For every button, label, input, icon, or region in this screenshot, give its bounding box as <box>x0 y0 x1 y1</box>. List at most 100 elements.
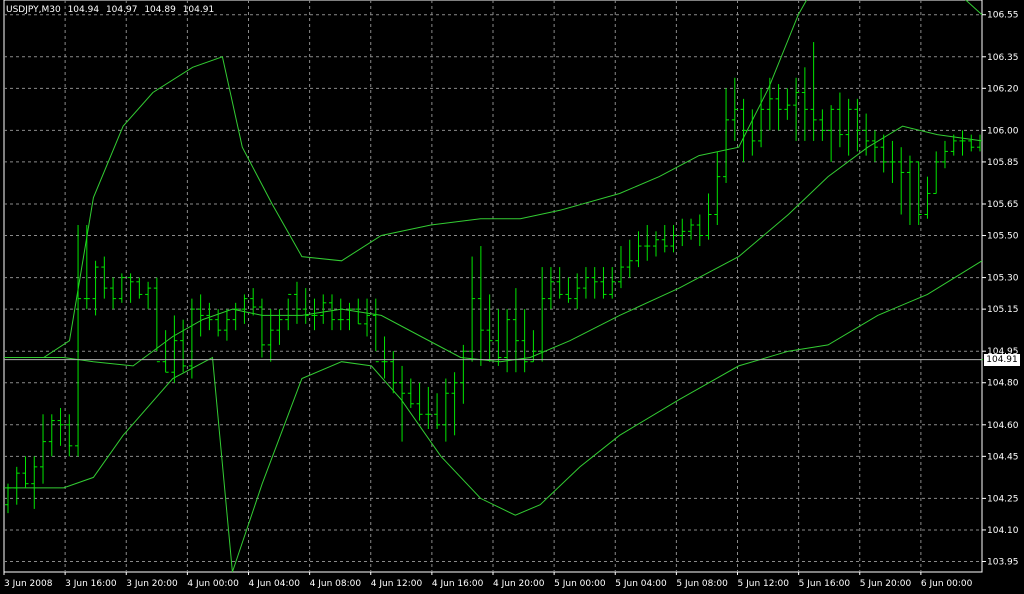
y-axis: 106.55 106.35 106.20 106.00 105.85 105.65 105.… <box>982 11 1019 567</box>
ohlc-bar <box>968 134 975 152</box>
x-tick-label: 3 Jun 2008 <box>4 579 53 589</box>
y-tick-label: 105.15 <box>987 305 1019 315</box>
ohlc-bar <box>346 302 353 331</box>
x-tick-label: 4 Jun 20:00 <box>493 579 545 589</box>
ohlc-bar <box>906 155 913 226</box>
ohlc-bar <box>626 239 633 278</box>
ohlc-bar <box>57 407 64 446</box>
ohlc-bar <box>871 130 878 162</box>
ohlc-bar <box>136 277 143 299</box>
ohlc-bar <box>723 88 730 183</box>
ohlc-bar <box>617 246 624 289</box>
ohlc-bar <box>372 298 379 363</box>
ohlc-bar <box>83 225 90 310</box>
x-tick-label: 3 Jun 20:00 <box>126 579 178 589</box>
ohlc-bar <box>609 267 616 299</box>
ohlc-bar <box>679 218 686 247</box>
ohlc-bar <box>381 336 388 379</box>
ohlc-bar <box>320 294 327 324</box>
y-tick-label: 104.60 <box>987 421 1019 431</box>
ohlc-bar <box>924 176 931 219</box>
ohlc-bar <box>521 309 528 373</box>
ohlc-bar <box>740 98 747 162</box>
ohlc-bar <box>451 372 458 436</box>
ohlc-bar <box>565 277 572 303</box>
x-tick-label: 5 Jun 04:00 <box>615 579 667 589</box>
x-tick-label: 4 Jun 12:00 <box>371 579 423 589</box>
ohlc-bar <box>460 344 467 404</box>
y-tick-label: 104.25 <box>987 494 1019 504</box>
ohlc-bar <box>92 260 99 316</box>
y-tick-label: 106.20 <box>987 84 1019 94</box>
y-tick-label: 106.35 <box>987 53 1019 63</box>
ohlc-bar <box>819 109 826 141</box>
ohlc-bar <box>644 225 651 261</box>
ohlc-bar <box>731 77 738 141</box>
ohlc-bar <box>13 466 20 505</box>
ohlc-bar <box>188 298 195 379</box>
ohlc-bar <box>267 309 274 362</box>
x-tick-label: 3 Jun 16:00 <box>65 579 117 589</box>
ohlc-bar <box>836 92 843 148</box>
ohlc-bar <box>845 98 852 156</box>
x-tick-label: 6 Jun 00:00 <box>921 579 973 589</box>
ohlc-bar <box>75 225 82 457</box>
ohlc-bar <box>311 298 318 331</box>
x-tick-label: 5 Jun 16:00 <box>799 579 851 589</box>
ohlc-bar <box>556 267 563 299</box>
ohlc-bar <box>223 309 230 341</box>
ohlc-bar <box>635 231 642 268</box>
y-tick-label: 105.50 <box>987 232 1019 242</box>
ohlc-bar <box>110 277 117 310</box>
ohlc-bar <box>863 113 870 156</box>
x-tick-label: 5 Jun 08:00 <box>676 579 728 589</box>
x-axis: 3 Jun 2008 3 Jun 16:00 3 Jun 20:00 4 Jun 00… <box>3 572 973 589</box>
ohlc-bar <box>574 273 581 310</box>
y-tick-label: 106.00 <box>987 126 1019 136</box>
y-tick-label: 103.95 <box>987 557 1019 567</box>
ohlc-bar <box>31 456 38 509</box>
ohlc-bar <box>276 309 283 345</box>
ohlc-bar <box>784 88 791 120</box>
ohlc-bar <box>889 140 896 183</box>
ohlc-bar <box>329 294 335 331</box>
y-tick-label: 105.30 <box>987 274 1019 284</box>
band-upper <box>4 0 983 358</box>
ohlc-bar <box>66 414 73 457</box>
ohlc-bar <box>285 293 292 331</box>
ohlc-bar <box>250 288 257 316</box>
x-tick-label: 5 Jun 12:00 <box>738 579 790 589</box>
grid <box>4 0 982 572</box>
y-tick-label: 105.85 <box>987 158 1019 168</box>
ohlc-bar <box>670 225 677 253</box>
ohlc-bar <box>197 294 204 337</box>
ohlc-bar <box>232 302 239 331</box>
ohlc-bar <box>941 140 948 169</box>
ohlc-bar <box>705 193 712 240</box>
ohlc-bar <box>145 281 152 310</box>
ohlc-bar <box>854 98 861 152</box>
ohlc-bar <box>582 267 589 299</box>
x-tick-label: 5 Jun 00:00 <box>554 579 606 589</box>
price-chart[interactable]: 106.55 106.35 106.20 106.00 105.85 105.65 105.… <box>0 0 1024 594</box>
ohlc-bar <box>801 67 808 141</box>
ohlc-bar <box>547 267 554 310</box>
y-tick-label: 104.10 <box>987 526 1019 536</box>
ohlc-bar <box>434 393 441 429</box>
ohlc-bar <box>661 225 668 253</box>
ohlc-bar <box>495 309 502 366</box>
ohlc-bar <box>828 105 835 162</box>
ohlc-bar <box>591 267 598 299</box>
x-tick-label: 4 Jun 16:00 <box>432 579 484 589</box>
ohlc-bar <box>442 378 449 442</box>
ohlc-bar <box>416 382 423 421</box>
x-tick-label: 5 Jun 20:00 <box>860 579 912 589</box>
y-tick-label: 106.55 <box>987 11 1019 21</box>
y-tick-label: 105.65 <box>987 200 1019 210</box>
ohlc-bar <box>714 151 721 226</box>
ohlc-bar <box>302 288 309 324</box>
ohlc-bar <box>539 267 546 362</box>
ohlc-bar <box>337 298 344 331</box>
ohlc-bar <box>688 218 695 240</box>
ohlc-bar <box>48 414 55 457</box>
